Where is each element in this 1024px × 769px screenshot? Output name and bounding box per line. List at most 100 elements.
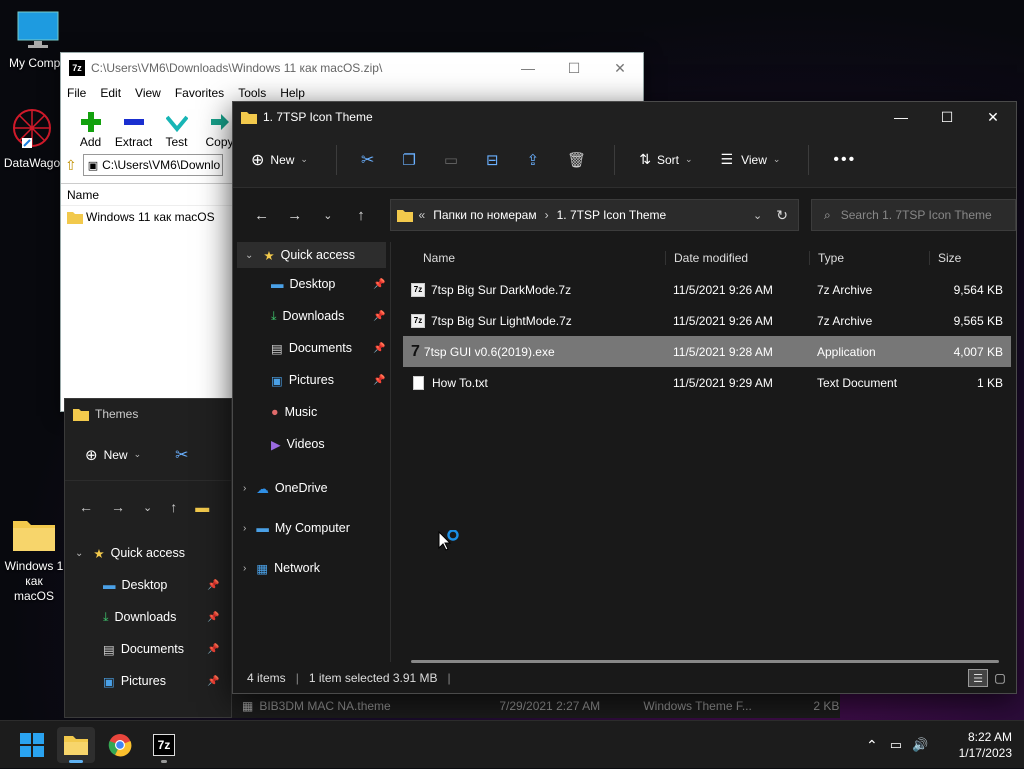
sidebar-item-pictures[interactable]: ▣ Pictures 📌 [233, 364, 390, 396]
chevron-up-icon[interactable]: ⌃ [866, 737, 878, 754]
7zip-address-input[interactable]: ▣ C:\Users\VM6\Downlo [82, 154, 223, 176]
breadcrumb-parent[interactable]: Папки по номерам [433, 208, 536, 222]
volume-icon[interactable]: 🔊 [912, 737, 928, 753]
menu-tools[interactable]: Tools [238, 86, 266, 100]
share-button[interactable]: ⇪ [527, 151, 540, 169]
breadcrumb-separator[interactable]: › [545, 208, 549, 222]
sidebar-item-quick-access[interactable]: ⌄ ★ Quick access [237, 242, 386, 268]
taskbar-file-explorer[interactable] [57, 727, 95, 763]
column-header-size[interactable]: Size [929, 250, 1007, 265]
sidebar-item-downloads[interactable]: ⤓ Downloads 📌 [233, 300, 390, 332]
sidebar-item-videos[interactable]: ▶ Videos [233, 428, 390, 460]
minimize-icon[interactable]: — [505, 60, 551, 77]
pin-icon[interactable]: 📌 [373, 311, 385, 322]
new-button[interactable]: ⊕ New ⌄ [85, 446, 141, 464]
more-options-button[interactable]: ••• [833, 151, 856, 169]
theme-file-icon: ▦ [242, 699, 254, 713]
clock[interactable]: 8:22 AM 1/17/2023 [946, 729, 1012, 761]
test-button[interactable]: Test [155, 109, 198, 153]
paste-button[interactable]: ▭ [444, 151, 458, 169]
explorer-titlebar[interactable]: 1. 7TSP Icon Theme — ☐ ✕ [233, 102, 1016, 132]
menu-file[interactable]: File [67, 86, 86, 100]
menu-favorites[interactable]: Favorites [175, 86, 224, 100]
sidebar-item-desktop[interactable]: ▬ Desktop 📌 [65, 569, 231, 601]
sidebar-item-my-computer[interactable]: › ▬ My Computer [233, 508, 390, 548]
sidebar-item-onedrive[interactable]: › ☁ OneDrive [233, 468, 390, 508]
view-button[interactable]: ☰ View ⌄ [721, 151, 781, 168]
extract-button[interactable]: Extract [112, 109, 155, 153]
7zip-titlebar[interactable]: 7z C:\Users\VM6\Downloads\Windows 11 как… [61, 53, 643, 83]
sort-button[interactable]: ⇅ Sort ⌄ [639, 151, 692, 168]
close-icon[interactable]: ✕ [970, 109, 1016, 126]
chevron-down-icon[interactable]: ⌄ [143, 501, 152, 514]
table-row-selected[interactable]: 7 7tsp GUI v0.6(2019).exe 11/5/2021 9:28… [403, 336, 1011, 367]
close-icon[interactable]: ✕ [597, 60, 643, 77]
sidebar-item-label: Pictures [288, 373, 334, 387]
menu-edit[interactable]: Edit [100, 86, 121, 100]
cut-button[interactable]: ✂ [361, 150, 374, 170]
windows-start-icon [20, 733, 44, 757]
back-icon[interactable]: ← [79, 499, 93, 515]
pin-icon[interactable]: 📌 [207, 612, 219, 623]
themes-titlebar[interactable]: Themes [65, 399, 231, 429]
taskbar-7zip[interactable]: 7z [145, 727, 183, 763]
new-button[interactable]: ⊕ New ⌄ [251, 150, 308, 170]
table-row[interactable]: 7z 7tsp Big Sur DarkMode.7z 11/5/2021 9:… [403, 274, 1011, 305]
add-button[interactable]: Add [69, 109, 112, 153]
pin-icon[interactable]: 📌 [207, 580, 219, 591]
menu-help[interactable]: Help [280, 86, 305, 100]
table-row[interactable]: How To.txt 11/5/2021 9:29 AM Text Docume… [403, 367, 1011, 398]
breadcrumb-current[interactable]: 1. 7TSP Icon Theme [557, 208, 667, 222]
back-button[interactable]: ← [245, 207, 278, 224]
start-button[interactable] [13, 727, 51, 763]
address-bar[interactable]: « Папки по номерам › 1. 7TSP Icon Theme … [389, 199, 799, 231]
pin-icon[interactable]: 📌 [207, 644, 219, 655]
maximize-icon[interactable]: ☐ [551, 60, 597, 77]
pin-icon[interactable]: 📌 [373, 343, 385, 354]
text-file-icon [413, 375, 424, 390]
copy-button[interactable]: ❐ [402, 151, 415, 169]
tiles-view-icon: ▢ [994, 671, 1006, 685]
up-folder-icon[interactable]: ⇧ [65, 157, 77, 174]
search-input[interactable]: ⌕ Search 1. 7TSP Icon Theme [810, 199, 1016, 231]
cut-icon[interactable]: ✂ [175, 445, 188, 465]
column-header-date[interactable]: Date modified [665, 250, 809, 265]
up-icon[interactable]: ↑ [170, 499, 177, 515]
recent-locations-button[interactable]: ⌄ [311, 209, 344, 222]
menu-view[interactable]: View [135, 86, 161, 100]
taskbar-chrome[interactable] [101, 727, 139, 763]
file-type: 7z Archive [817, 313, 873, 328]
rename-button[interactable]: ⊟ [486, 151, 499, 169]
pin-icon[interactable]: 📌 [373, 375, 385, 386]
pin-icon[interactable]: 📌 [373, 279, 385, 290]
column-header-type[interactable]: Type [809, 250, 929, 265]
sidebar-item-downloads[interactable]: ⤓ Downloads 📌 [65, 601, 231, 633]
sidebar-item-documents[interactable]: ▤ Documents 📌 [65, 633, 231, 665]
background-file-row[interactable]: ▦ BIB3DM MAC NA.theme 7/29/2021 2:27 AM … [232, 694, 840, 718]
sidebar-item-documents[interactable]: ▤ Documents 📌 [233, 332, 390, 364]
tiles-view-button[interactable]: ▢ [990, 669, 1010, 687]
up-button[interactable]: ↑ [344, 207, 377, 224]
pin-icon[interactable]: 📌 [207, 676, 219, 687]
refresh-icon[interactable]: ↻ [776, 207, 788, 224]
sidebar-item-desktop[interactable]: ▬ Desktop 📌 [233, 268, 390, 300]
chevron-down-icon[interactable]: ⌄ [753, 209, 762, 222]
table-row[interactable]: 7z 7tsp Big Sur LightMode.7z 11/5/2021 9… [403, 305, 1011, 336]
sidebar-item-network[interactable]: › ▦ Network [233, 548, 390, 588]
file-name: BIB3DM MAC NA.theme [259, 699, 391, 713]
network-icon[interactable]: ▭ [890, 737, 902, 753]
maximize-icon[interactable]: ☐ [924, 109, 970, 126]
minimize-icon[interactable]: — [878, 109, 924, 126]
sidebar-item-music[interactable]: ● Music [233, 396, 390, 428]
forward-button[interactable]: → [278, 207, 311, 224]
desktop-icon-windows11-folder[interactable]: Windows 1 как macOS [4, 500, 64, 619]
details-view-button[interactable]: ☰ [968, 669, 988, 687]
sidebar-item-pictures[interactable]: ▣ Pictures 📌 [65, 665, 231, 697]
delete-button[interactable]: 🗑 [567, 151, 586, 169]
breadcrumb-overflow[interactable]: « [419, 208, 426, 222]
desktop-icon-my-computer[interactable]: My Compu [8, 10, 68, 71]
sidebar-item-quick-access[interactable]: ⌄ ★ Quick access [65, 537, 231, 569]
desktop-icon-datawagon[interactable]: DataWago [2, 106, 62, 171]
column-header-name[interactable]: Name ⌃ [403, 251, 665, 265]
forward-icon[interactable]: → [111, 499, 125, 515]
